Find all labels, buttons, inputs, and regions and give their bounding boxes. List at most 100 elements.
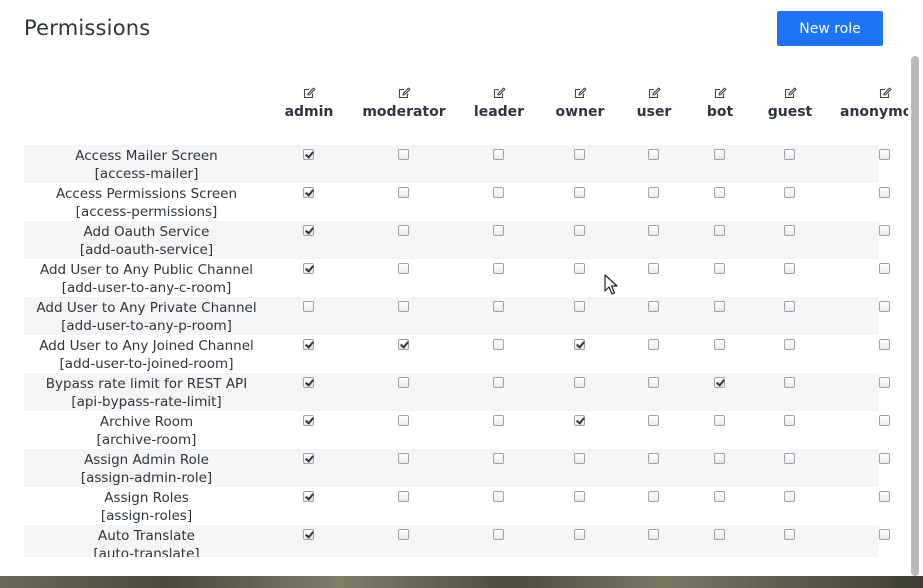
permission-checkbox-anonymous[interactable] xyxy=(879,453,890,464)
edit-icon[interactable] xyxy=(303,87,316,99)
permission-checkbox-moderator[interactable] xyxy=(398,377,409,388)
permission-checkbox-owner[interactable] xyxy=(574,149,585,160)
permission-checkbox-leader[interactable] xyxy=(493,529,504,540)
permission-checkbox-admin[interactable] xyxy=(303,339,314,350)
permission-checkbox-leader[interactable] xyxy=(493,415,504,426)
permission-checkbox-bot[interactable] xyxy=(714,301,725,312)
permission-checkbox-owner[interactable] xyxy=(574,529,585,540)
permission-checkbox-owner[interactable] xyxy=(574,225,585,236)
role-header-1[interactable]: moderator xyxy=(359,87,449,137)
permission-checkbox-guest[interactable] xyxy=(784,263,795,274)
permission-checkbox-moderator[interactable] xyxy=(398,225,409,236)
permission-checkbox-guest[interactable] xyxy=(784,149,795,160)
permission-checkbox-anonymous[interactable] xyxy=(879,187,890,198)
permission-checkbox-user[interactable] xyxy=(648,263,659,274)
permission-checkbox-owner[interactable] xyxy=(574,453,585,464)
permission-checkbox-owner[interactable] xyxy=(574,377,585,388)
permission-checkbox-admin[interactable] xyxy=(303,149,314,160)
permission-checkbox-admin[interactable] xyxy=(303,225,314,236)
role-header-0[interactable]: admin xyxy=(264,87,354,137)
permission-checkbox-guest[interactable] xyxy=(784,339,795,350)
permission-checkbox-leader[interactable] xyxy=(493,225,504,236)
permission-checkbox-anonymous[interactable] xyxy=(879,377,890,388)
permission-checkbox-leader[interactable] xyxy=(493,491,504,502)
permission-checkbox-leader[interactable] xyxy=(493,377,504,388)
permission-checkbox-bot[interactable] xyxy=(714,149,725,160)
edit-icon[interactable] xyxy=(574,87,587,99)
permission-checkbox-owner[interactable] xyxy=(574,415,585,426)
permission-checkbox-moderator[interactable] xyxy=(398,301,409,312)
permission-checkbox-bot[interactable] xyxy=(714,339,725,350)
role-header-6[interactable]: guest xyxy=(745,87,835,137)
permission-checkbox-moderator[interactable] xyxy=(398,529,409,540)
permission-checkbox-guest[interactable] xyxy=(784,415,795,426)
permission-checkbox-moderator[interactable] xyxy=(398,263,409,274)
permission-checkbox-moderator[interactable] xyxy=(398,453,409,464)
permission-checkbox-anonymous[interactable] xyxy=(879,301,890,312)
permission-checkbox-guest[interactable] xyxy=(784,301,795,312)
permission-checkbox-moderator[interactable] xyxy=(398,187,409,198)
permission-checkbox-owner[interactable] xyxy=(574,301,585,312)
permission-checkbox-leader[interactable] xyxy=(493,149,504,160)
permission-checkbox-bot[interactable] xyxy=(714,377,725,388)
permission-checkbox-user[interactable] xyxy=(648,415,659,426)
permission-checkbox-user[interactable] xyxy=(648,529,659,540)
permission-checkbox-moderator[interactable] xyxy=(398,339,409,350)
permission-checkbox-admin[interactable] xyxy=(303,377,314,388)
permission-checkbox-anonymous[interactable] xyxy=(879,415,890,426)
permission-checkbox-guest[interactable] xyxy=(784,453,795,464)
role-header-2[interactable]: leader xyxy=(454,87,544,137)
permission-checkbox-moderator[interactable] xyxy=(398,415,409,426)
permission-checkbox-admin[interactable] xyxy=(303,301,314,312)
permission-checkbox-user[interactable] xyxy=(648,491,659,502)
permission-checkbox-leader[interactable] xyxy=(493,301,504,312)
permission-checkbox-user[interactable] xyxy=(648,187,659,198)
permission-checkbox-anonymous[interactable] xyxy=(879,339,890,350)
permission-checkbox-admin[interactable] xyxy=(303,415,314,426)
permission-checkbox-leader[interactable] xyxy=(493,187,504,198)
permission-checkbox-admin[interactable] xyxy=(303,491,314,502)
permission-checkbox-guest[interactable] xyxy=(784,377,795,388)
permission-checkbox-anonymous[interactable] xyxy=(879,225,890,236)
permission-checkbox-leader[interactable] xyxy=(493,453,504,464)
edit-icon[interactable] xyxy=(879,87,892,99)
permission-checkbox-guest[interactable] xyxy=(784,187,795,198)
permission-checkbox-user[interactable] xyxy=(648,301,659,312)
permission-checkbox-moderator[interactable] xyxy=(398,149,409,160)
permission-checkbox-anonymous[interactable] xyxy=(879,529,890,540)
new-role-button[interactable]: New role xyxy=(777,11,883,46)
permission-checkbox-anonymous[interactable] xyxy=(879,149,890,160)
permission-checkbox-bot[interactable] xyxy=(714,263,725,274)
permission-checkbox-admin[interactable] xyxy=(303,453,314,464)
permission-checkbox-bot[interactable] xyxy=(714,529,725,540)
permission-checkbox-user[interactable] xyxy=(648,453,659,464)
permission-checkbox-user[interactable] xyxy=(648,377,659,388)
edit-icon[interactable] xyxy=(648,87,661,99)
permission-checkbox-anonymous[interactable] xyxy=(879,263,890,274)
permission-checkbox-leader[interactable] xyxy=(493,263,504,274)
permission-checkbox-owner[interactable] xyxy=(574,339,585,350)
permission-checkbox-guest[interactable] xyxy=(784,529,795,540)
edit-icon[interactable] xyxy=(493,87,506,99)
permission-checkbox-bot[interactable] xyxy=(714,225,725,236)
permission-checkbox-bot[interactable] xyxy=(714,453,725,464)
permission-checkbox-owner[interactable] xyxy=(574,187,585,198)
edit-icon[interactable] xyxy=(714,87,727,99)
permission-checkbox-owner[interactable] xyxy=(574,263,585,274)
permission-checkbox-admin[interactable] xyxy=(303,263,314,274)
permission-checkbox-guest[interactable] xyxy=(784,491,795,502)
permission-checkbox-user[interactable] xyxy=(648,339,659,350)
permission-checkbox-anonymous[interactable] xyxy=(879,491,890,502)
permission-checkbox-user[interactable] xyxy=(648,225,659,236)
edit-icon[interactable] xyxy=(398,87,411,99)
permission-checkbox-leader[interactable] xyxy=(493,339,504,350)
permission-checkbox-guest[interactable] xyxy=(784,225,795,236)
permission-checkbox-admin[interactable] xyxy=(303,529,314,540)
permission-checkbox-owner[interactable] xyxy=(574,491,585,502)
permission-checkbox-bot[interactable] xyxy=(714,187,725,198)
permission-checkbox-bot[interactable] xyxy=(714,491,725,502)
permission-checkbox-user[interactable] xyxy=(648,149,659,160)
permission-checkbox-moderator[interactable] xyxy=(398,491,409,502)
edit-icon[interactable] xyxy=(784,87,797,99)
scrollbar-thumb[interactable] xyxy=(911,56,919,576)
